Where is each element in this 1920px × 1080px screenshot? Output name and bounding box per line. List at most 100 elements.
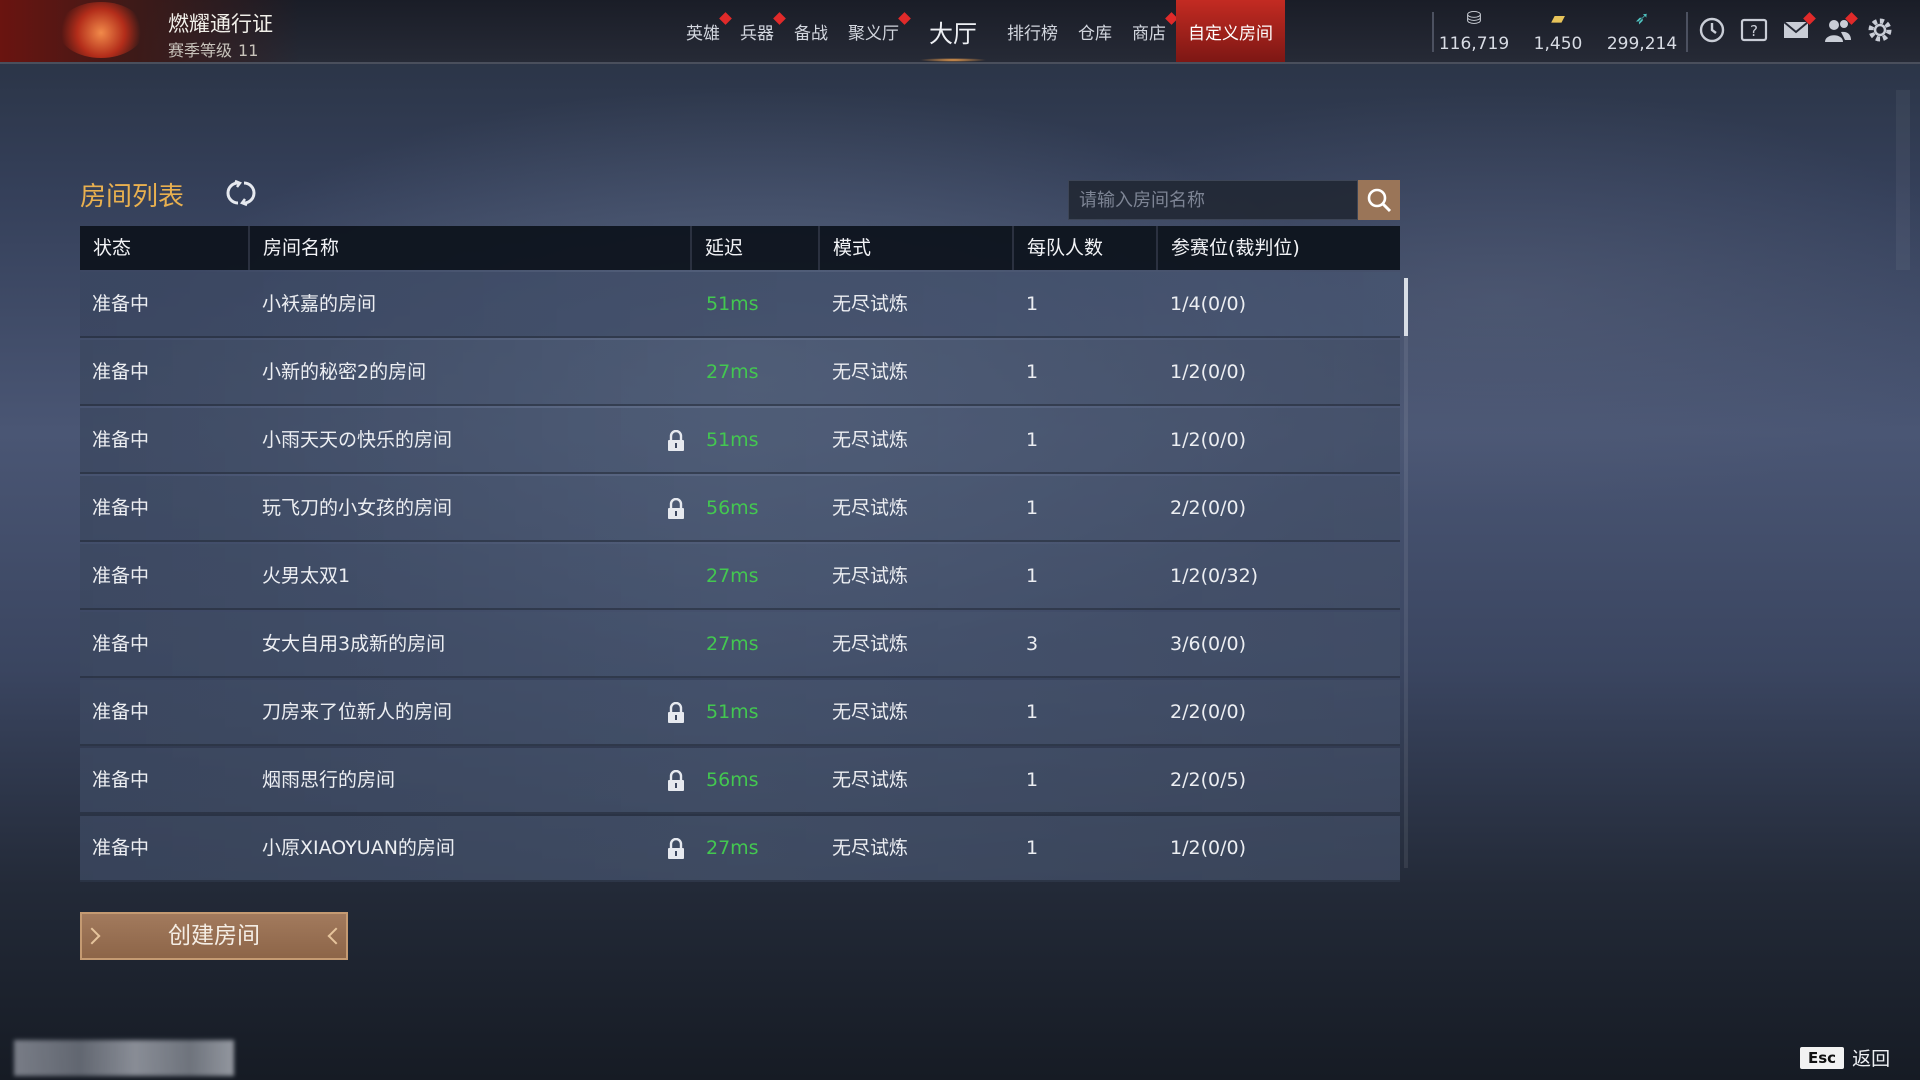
battle-pass-panel[interactable]: 燃耀通行证 赛季等级 11 [0, 0, 300, 62]
table-row[interactable]: 准备中 刀房来了位新人的房间 51ms 无尽试炼 1 2/2(0/0) [80, 680, 1400, 746]
battle-pass-title: 燃耀通行证 [168, 12, 273, 36]
season-level-label: 赛季等级 [168, 41, 233, 60]
nav-prepare[interactable]: 备战 [784, 0, 838, 62]
room-team-size: 1 [1026, 837, 1039, 859]
esc-key-icon: Esc [1800, 1046, 1845, 1069]
list-scrollbar-track[interactable] [1404, 278, 1408, 868]
top-bar: 燃耀通行证 赛季等级 11 英雄 兵器 备战 聚义厅 大厅 排行榜 仓库 商店 自… [0, 0, 1920, 64]
room-slots: 1/4(0/0) [1170, 293, 1246, 315]
room-latency: 51ms [706, 293, 759, 315]
room-team-size: 1 [1026, 429, 1039, 451]
nav-guild-hall[interactable]: 聚义厅 [838, 0, 911, 62]
room-name: 刀房来了位新人的房间 [262, 701, 453, 723]
help-icon[interactable]: ? [1740, 16, 1768, 44]
room-status: 准备中 [92, 293, 150, 315]
room-mode: 无尽试炼 [832, 837, 909, 859]
room-rows: 准备中 小袄嘉的房间 51ms 无尽试炼 1 1/4(0/0) 准备中 小新的秘密2的房间 27… [80, 272, 1400, 882]
back-hint[interactable]: Esc 返回 [1800, 1044, 1890, 1071]
season-level: 赛季等级 11 [168, 37, 258, 61]
room-name: 火男太双1 [262, 565, 351, 587]
room-mode: 无尽试炼 [832, 565, 909, 587]
nav-custom-room[interactable]: 自定义房间 [1176, 0, 1285, 62]
room-table: 状态 房间名称 延迟 模式 每队人数 参赛位(裁判位) 准备中 小袄嘉的房间 51m… [80, 226, 1400, 882]
room-mode: 无尽试炼 [832, 429, 909, 451]
toolbar: ? [1698, 12, 1894, 44]
svg-text:?: ? [1750, 22, 1758, 40]
column-header-slots: 参赛位(裁判位) [1171, 237, 1300, 259]
search-icon [1367, 188, 1392, 213]
table-row[interactable]: 准备中 小新的秘密2的房间 27ms 无尽试炼 1 1/2(0/0) [80, 340, 1400, 406]
table-row[interactable]: 准备中 火男太双1 27ms 无尽试炼 1 1/2(0/32) [80, 544, 1400, 610]
room-latency: 51ms [706, 429, 759, 451]
coin-icon: ⛁ [1466, 8, 1482, 29]
room-name: 玩飞刀的小女孩的房间 [262, 497, 453, 519]
season-level-value: 11 [238, 41, 259, 60]
phoenix-emblem-icon [58, 2, 144, 58]
create-room-label: 创建房间 [168, 923, 260, 949]
arrow-right-icon [327, 927, 345, 945]
gold-ingot-icon: ▰ [1551, 8, 1565, 29]
room-slots: 1/2(0/0) [1170, 837, 1246, 859]
timer-icon[interactable] [1698, 16, 1726, 44]
lock-icon [666, 701, 686, 724]
settings-icon[interactable] [1866, 16, 1894, 44]
room-status: 准备中 [92, 497, 150, 519]
search-button[interactable] [1358, 180, 1400, 220]
room-mode: 无尽试炼 [832, 361, 909, 383]
currency-bar: ⛁ 116,719 ▰ 1,450 ➶ 299,214 [1432, 0, 1684, 62]
list-scrollbar-thumb[interactable] [1404, 278, 1408, 336]
room-search-input[interactable] [1069, 181, 1357, 219]
table-row[interactable]: 准备中 小雨天天の快乐的房间 51ms 无尽试炼 1 1/2(0/0) [80, 408, 1400, 474]
nav-heroes[interactable]: 英雄 [676, 0, 732, 62]
column-header-status: 状态 [80, 226, 250, 270]
mail-icon[interactable] [1782, 12, 1816, 44]
room-status: 准备中 [92, 837, 150, 859]
create-room-button[interactable]: 创建房间 [80, 912, 348, 960]
column-header-mode: 模式 [820, 226, 1014, 270]
friends-icon[interactable] [1824, 12, 1858, 44]
room-status: 准备中 [92, 361, 150, 383]
room-latency: 56ms [706, 769, 759, 791]
lock-icon [666, 769, 686, 792]
nav-warehouse[interactable]: 仓库 [1068, 0, 1122, 62]
room-status: 准备中 [92, 565, 150, 587]
room-slots: 2/2(0/5) [1170, 769, 1246, 791]
room-latency: 51ms [706, 701, 759, 723]
room-name: 女大自用3成新的房间 [262, 633, 446, 655]
currency-jade[interactable]: ➶ 299,214 [1600, 0, 1684, 62]
currency-value: 116,719 [1438, 34, 1510, 54]
table-row[interactable]: 准备中 烟雨思行的房间 56ms 无尽试炼 1 2/2(0/5) [80, 748, 1400, 814]
table-row[interactable]: 准备中 女大自用3成新的房间 27ms 无尽试炼 3 3/6(0/0) [80, 612, 1400, 678]
table-row[interactable]: 准备中 小原XIAOYUAN的房间 27ms 无尽试炼 1 1/2(0/0) [80, 816, 1400, 882]
room-name: 小原XIAOYUAN的房间 [262, 837, 455, 859]
back-label: 返回 [1852, 1048, 1891, 1070]
room-slots: 1/2(0/0) [1170, 361, 1246, 383]
room-status: 准备中 [92, 633, 150, 655]
room-name: 小雨天天の快乐的房间 [262, 429, 453, 451]
nav-lobby[interactable]: 大厅 [909, 0, 997, 62]
room-status: 准备中 [92, 701, 150, 723]
lock-icon [666, 429, 686, 452]
room-status: 准备中 [92, 429, 150, 451]
nav-shop[interactable]: 商店 [1122, 0, 1178, 62]
table-row[interactable]: 准备中 玩飞刀的小女孩的房间 56ms 无尽试炼 1 2/2(0/0) [80, 476, 1400, 542]
main-nav: 英雄 兵器 备战 聚义厅 大厅 排行榜 仓库 商店 自定义房间 [676, 0, 1285, 62]
nav-leaderboard[interactable]: 排行榜 [997, 0, 1068, 62]
currency-value: 299,214 [1606, 34, 1678, 54]
nav-weapons[interactable]: 兵器 [730, 0, 786, 62]
refresh-icon[interactable] [226, 178, 256, 208]
room-team-size: 1 [1026, 565, 1039, 587]
currency-coins[interactable]: ⛁ 116,719 [1432, 0, 1516, 62]
currency-value: 1,450 [1533, 34, 1583, 54]
room-team-size: 1 [1026, 293, 1039, 315]
room-latency: 27ms [706, 361, 759, 383]
lock-icon [666, 837, 686, 860]
room-team-size: 1 [1026, 769, 1039, 791]
table-row[interactable]: 准备中 小袄嘉的房间 51ms 无尽试炼 1 1/4(0/0) [80, 272, 1400, 338]
room-search-field [1068, 180, 1358, 220]
currency-gold[interactable]: ▰ 1,450 [1516, 0, 1600, 62]
room-mode: 无尽试炼 [832, 701, 909, 723]
page-scrollbar[interactable] [1896, 90, 1910, 270]
column-header-room-name: 房间名称 [250, 226, 692, 270]
column-header-team-size: 每队人数 [1014, 226, 1158, 270]
